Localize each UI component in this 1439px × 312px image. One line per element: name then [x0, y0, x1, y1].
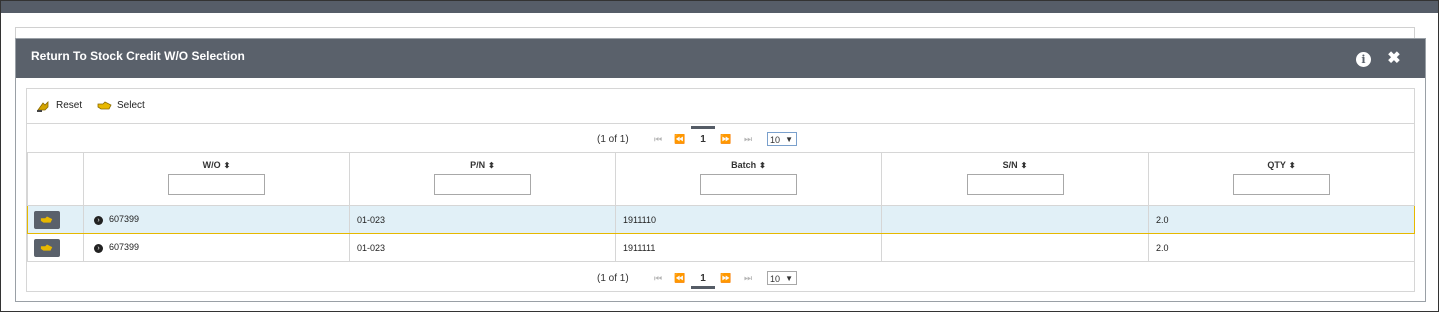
reset-label: Reset	[56, 100, 83, 111]
first-page-icon[interactable]: ⏮	[647, 134, 669, 145]
rows-per-page-value: 10	[770, 135, 781, 145]
wo-selection-dialog: Return To Stock Credit W/O Selection i ✖…	[15, 38, 1426, 302]
column-label: S/N	[1002, 160, 1018, 170]
row-select-cell	[27, 233, 84, 262]
sort-icon[interactable]: ⬍	[1021, 161, 1028, 170]
current-page-button[interactable]: 1	[691, 272, 715, 289]
table-row[interactable]: › 607399 01-023 1911111 2.0	[27, 233, 1415, 262]
sn-cell	[881, 233, 1149, 262]
sort-icon[interactable]: ⬍	[1289, 161, 1296, 170]
column-header-pn[interactable]: P/N ⬍	[349, 152, 616, 206]
table-header-row: W/O ⬍ P/N ⬍ Batch ⬍ S/N ⬍ QTY ⬍	[27, 152, 1415, 206]
sn-cell	[881, 205, 1149, 234]
prev-page-icon[interactable]: ⏪	[669, 273, 691, 284]
qty-cell: 2.0	[1148, 233, 1415, 262]
sort-icon[interactable]: ⬍	[224, 161, 231, 170]
wo-filter-input[interactable]	[168, 174, 265, 195]
expand-row-icon[interactable]: ›	[94, 243, 103, 253]
batch-cell: 1911111	[615, 233, 882, 262]
dropdown-arrow-icon: ▼	[785, 274, 793, 283]
sn-filter-input[interactable]	[966, 174, 1064, 195]
sort-icon[interactable]: ⬍	[759, 161, 766, 170]
pn-cell: 01-023	[349, 233, 616, 262]
batch-cell: 1911110	[615, 205, 882, 234]
current-page-number: 1	[700, 133, 706, 145]
top-paginator: (1 of 1) ⏮ ⏪ 1 ⏩ ⏭ 10 ▼	[27, 124, 1414, 152]
wo-value: 607399	[109, 214, 140, 225]
page-status: (1 of 1)	[597, 133, 629, 145]
rows-per-page-select[interactable]: 10 ▼	[767, 132, 797, 146]
info-icon[interactable]: i	[1356, 52, 1371, 67]
select-label: Select	[117, 100, 145, 111]
current-page-marker	[691, 125, 715, 129]
wo-cell: › 607399	[83, 233, 350, 262]
current-page-button[interactable]: 1	[691, 125, 715, 145]
reset-icon	[36, 100, 50, 112]
first-page-icon[interactable]: ⏮	[647, 273, 669, 284]
rows-per-page-value: 10	[770, 274, 781, 284]
column-header-wo[interactable]: W/O ⬍	[83, 152, 350, 206]
page-status: (1 of 1)	[597, 272, 629, 284]
next-page-icon[interactable]: ⏩	[715, 134, 737, 145]
table-row[interactable]: › 607399 01-023 1911110 2.0	[27, 205, 1415, 234]
background-panel	[15, 27, 1415, 38]
pn-filter-input[interactable]	[434, 174, 531, 195]
wo-table: W/O ⬍ P/N ⬍ Batch ⬍ S/N ⬍ QTY ⬍ › 607399…	[27, 152, 1415, 262]
prev-page-icon[interactable]: ⏪	[669, 134, 691, 145]
select-button[interactable]: Select	[97, 100, 145, 111]
column-label: W/O	[202, 160, 221, 170]
column-header-sn[interactable]: S/N ⬍	[881, 152, 1149, 206]
close-icon[interactable]: ✖	[1386, 50, 1402, 68]
dropdown-arrow-icon: ▼	[785, 135, 793, 144]
dialog-title: Return To Stock Credit W/O Selection	[31, 49, 245, 63]
reset-button[interactable]: Reset	[36, 100, 83, 112]
toolbar: Reset Select	[27, 89, 1414, 124]
expand-row-icon[interactable]: ›	[94, 215, 103, 225]
rows-per-page-select[interactable]: 10 ▼	[767, 271, 797, 285]
dialog-header: Return To Stock Credit W/O Selection i ✖	[16, 39, 1425, 78]
select-column-header	[27, 152, 84, 206]
last-page-icon[interactable]: ⏭	[737, 134, 759, 145]
batch-filter-input[interactable]	[700, 174, 797, 195]
select-hand-icon	[97, 101, 112, 111]
sort-icon[interactable]: ⬍	[488, 161, 495, 170]
wo-value: 607399	[109, 242, 140, 253]
column-label: Batch	[731, 160, 757, 170]
row-select-button[interactable]	[34, 238, 60, 257]
last-page-icon[interactable]: ⏭	[737, 273, 759, 284]
current-page-number: 1	[700, 272, 706, 284]
next-page-icon[interactable]: ⏩	[715, 273, 737, 284]
qty-filter-input[interactable]	[1233, 174, 1330, 195]
column-header-batch[interactable]: Batch ⬍	[615, 152, 882, 206]
qty-cell: 2.0	[1148, 205, 1415, 234]
bottom-paginator: (1 of 1) ⏮ ⏪ 1 ⏩ ⏭ 10 ▼	[27, 263, 1414, 291]
wo-cell: › 607399	[83, 205, 350, 234]
column-label: P/N	[470, 160, 486, 170]
current-page-marker	[691, 285, 715, 289]
column-label: QTY	[1267, 160, 1286, 170]
pn-cell: 01-023	[349, 205, 616, 234]
row-select-cell	[27, 205, 84, 234]
column-header-qty[interactable]: QTY ⬍	[1148, 152, 1415, 206]
dialog-content: Reset Select (1 of 1) ⏮ ⏪ 1 ⏩ ⏭ 10 ▼ W/O…	[26, 88, 1415, 292]
row-select-button[interactable]	[34, 210, 60, 229]
